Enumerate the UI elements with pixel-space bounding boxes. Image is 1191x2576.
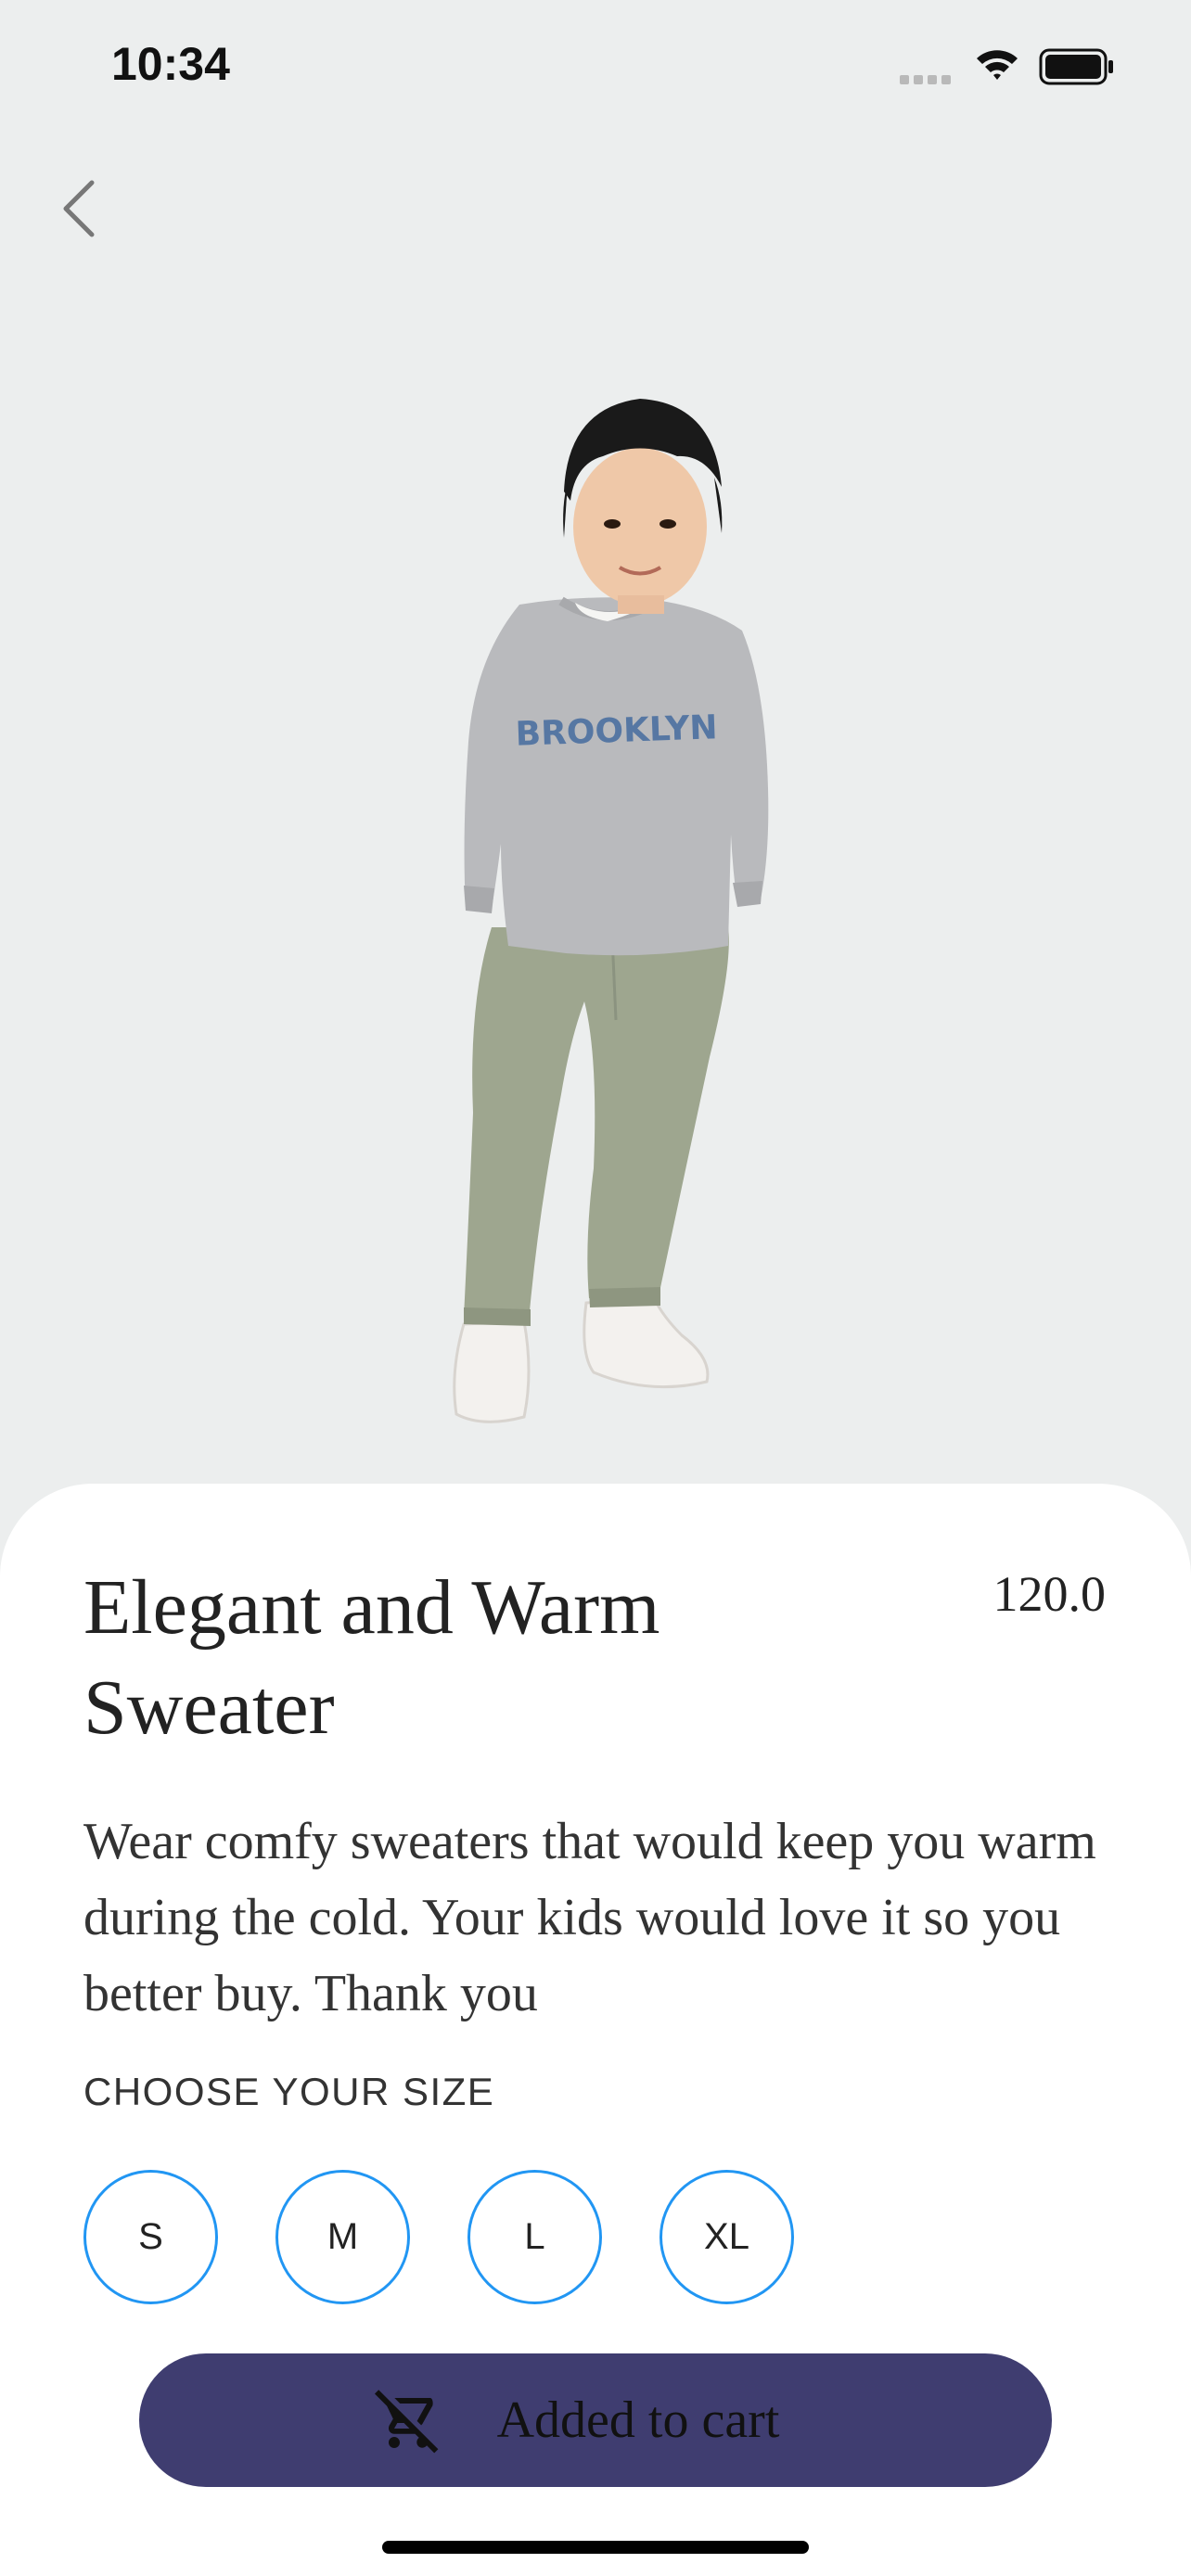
status-time: 10:34 [111,38,230,90]
battery-icon [1039,48,1115,90]
status-bar: 10:34 [0,0,1191,139]
size-option-xl[interactable]: XL [660,2170,794,2304]
product-details-sheet: Elegant and Warm Sweater 120.0 Wear comf… [0,1484,1191,2576]
size-section-label: CHOOSE YOUR SIZE [83,2070,495,2113]
size-options: S M L XL [83,2170,794,2304]
home-indicator[interactable] [382,2541,809,2554]
shoe-right [583,1296,710,1389]
sweater-print-text: BROOKLYN [515,708,718,754]
shoe-left [453,1320,531,1423]
chevron-left-icon [63,180,95,237]
added-to-cart-button[interactable]: Added to cart [139,2353,1052,2487]
size-option-s[interactable]: S [83,2170,218,2304]
cellular-signal-icon [900,72,955,89]
pants [464,927,729,1326]
size-option-l[interactable]: L [467,2170,602,2304]
child-head [563,399,723,614]
wifi-icon [974,46,1020,88]
product-image: BROOKLYN [0,352,1191,1484]
added-to-cart-label: Added to cart [496,2391,780,2449]
size-option-m[interactable]: M [275,2170,410,2304]
product-price: 120.0 [992,1566,1107,1622]
sweater: BROOKLYN [464,596,769,956]
product-description: Wear comfy sweaters that would keep you … [83,1813,1096,2022]
remove-shopping-cart-icon [374,2387,442,2454]
product-title: Elegant and Warm Sweater [83,1564,660,1751]
back-button[interactable] [46,167,111,250]
